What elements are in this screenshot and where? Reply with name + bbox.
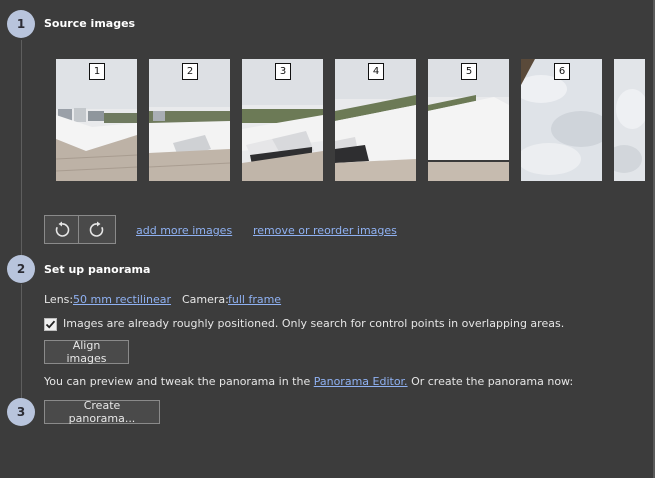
- thumbnail-1-label: 1: [89, 63, 105, 80]
- thumbnail-strip: 1 2 3 4 5 6: [56, 59, 616, 181]
- roughly-positioned-label: Images are already roughly positioned. O…: [63, 317, 565, 330]
- preview-text-after: Or create the panorama now:: [411, 375, 574, 388]
- rotate-left-button[interactable]: [44, 215, 79, 244]
- step-1-badge: 1: [7, 10, 35, 38]
- rotate-cw-icon: [89, 221, 104, 237]
- thumbnail-4-label: 4: [368, 63, 384, 80]
- remove-reorder-images-link[interactable]: remove or reorder images: [253, 224, 397, 237]
- step-2-title: Set up panorama: [44, 263, 151, 276]
- thumbnail-3[interactable]: 3: [242, 59, 323, 181]
- add-more-images-link[interactable]: add more images: [136, 224, 232, 237]
- thumbnail-4[interactable]: 4: [335, 59, 416, 181]
- thumbnail-2[interactable]: 2: [149, 59, 230, 181]
- thumbnail-5[interactable]: 5: [428, 59, 509, 181]
- camera-label: Camera:: [182, 293, 229, 306]
- thumbnail-6-label: 6: [554, 63, 570, 80]
- lens-label: Lens:: [44, 293, 74, 306]
- lens-value-link[interactable]: 50 mm rectilinear: [73, 293, 171, 306]
- step-2-badge: 2: [7, 255, 35, 283]
- step-1-title: Source images: [44, 17, 136, 30]
- step-connector-1: [21, 40, 22, 255]
- thumbnail-6[interactable]: 6: [521, 59, 602, 181]
- preview-text: You can preview and tweak the panorama i…: [44, 375, 573, 388]
- thumbnail-7-edge[interactable]: [614, 59, 645, 181]
- thumbnail-1[interactable]: 1: [56, 59, 137, 181]
- rotate-buttons: [44, 215, 116, 244]
- step-3-badge: 3: [7, 398, 35, 426]
- thumbnail-3-label: 3: [275, 63, 291, 80]
- thumbnail-5-label: 5: [461, 63, 477, 80]
- rotate-ccw-icon: [55, 221, 69, 237]
- thumbnail-2-label: 2: [182, 63, 198, 80]
- step-connector-2: [21, 284, 22, 398]
- roughly-positioned-checkbox[interactable]: [44, 318, 57, 331]
- checkmark-icon: [45, 320, 56, 329]
- align-images-button[interactable]: Align images: [44, 339, 129, 365]
- create-panorama-button[interactable]: Create panorama...: [44, 399, 160, 425]
- camera-value-link[interactable]: full frame: [228, 293, 281, 306]
- preview-text-before: You can preview and tweak the panorama i…: [44, 375, 311, 388]
- rotate-right-button[interactable]: [79, 215, 116, 244]
- panorama-editor-link[interactable]: Panorama Editor.: [314, 375, 408, 388]
